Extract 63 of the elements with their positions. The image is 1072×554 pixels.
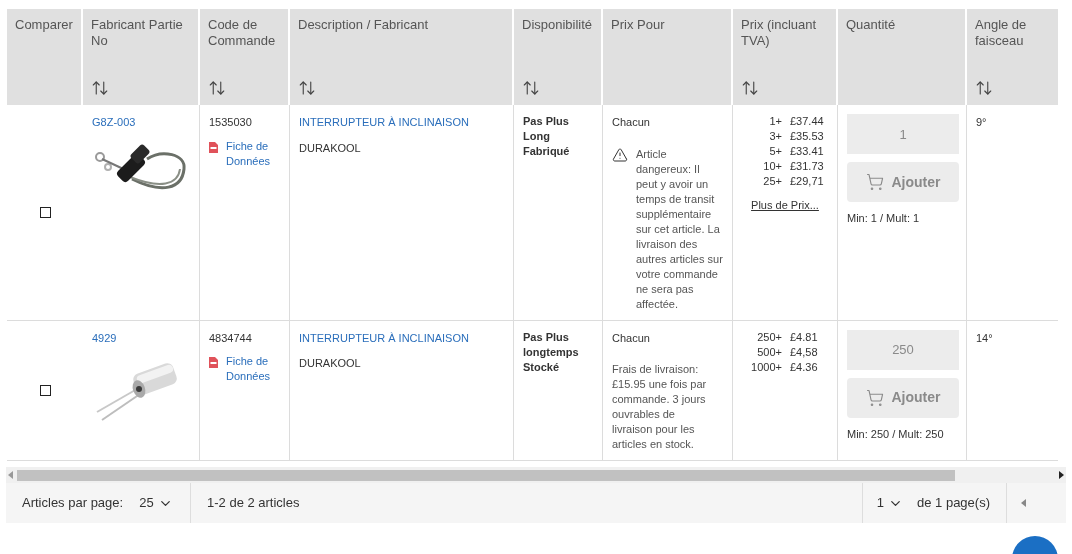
price: £33.41 [790, 144, 825, 159]
part-number-link[interactable]: G8Z-003 [92, 114, 136, 131]
column-header[interactable]: Description / Fabricant [298, 17, 504, 33]
column-header[interactable]: Prix Pour [611, 17, 723, 33]
availability: Pas Plus Long Fabriqué [523, 114, 571, 159]
price-break-quantity: 5+ [769, 144, 782, 159]
pdf-icon [209, 141, 218, 153]
results-range: 1-2 de 2 articles [207, 494, 301, 513]
column-header[interactable]: Quantité [846, 17, 957, 33]
part-number-link[interactable]: 4929 [92, 329, 117, 346]
compare-checkbox[interactable] [39, 206, 51, 218]
price-break-quantity: 500+ [757, 344, 782, 360]
manufacturer: DURAKOOL [299, 356, 361, 371]
sort-icon[interactable] [741, 79, 759, 97]
column-header[interactable]: Disponibilité [522, 17, 593, 33]
manufacturer: DURAKOOL [299, 140, 361, 156]
price: £31.73 [790, 159, 825, 174]
order-code: 4834744 [209, 330, 253, 346]
compare-checkbox[interactable] [39, 384, 51, 396]
sort-icon[interactable] [522, 79, 540, 97]
sort-icon[interactable] [975, 79, 993, 97]
price-unit: Chacun [612, 115, 651, 130]
price: £35.53 [790, 129, 825, 144]
beam-angle: 9° [976, 116, 987, 128]
sort-icon[interactable] [91, 79, 109, 97]
price-break-quantity: 1000+ [751, 359, 782, 375]
price: £4.36 [790, 359, 819, 375]
more-prices-link[interactable]: Plus de Prix... [751, 197, 819, 214]
min-mult-text: Min: 1 / Mult: 1 [847, 211, 921, 226]
sort-icon[interactable] [298, 79, 316, 97]
price: £37.44 [790, 114, 825, 129]
beam-angle: 14° [976, 331, 993, 344]
cart-icon [865, 173, 884, 191]
price-unit: Chacun [612, 330, 651, 346]
order-code: 1535030 [209, 115, 253, 130]
availability: Pas Plus longtemps Stocké [523, 329, 580, 375]
shipping-note: Frais de livraison: £15.95 une fois par commande. 3 jours ouvrables de livraison pour les articles en stock. [612, 362, 708, 452]
price: £4,58 [790, 344, 819, 360]
price: £29,71 [790, 174, 825, 189]
pdf-icon [209, 357, 218, 368]
warning-note: Article dangereux: Il peut y avoir un temps de transit supplémentaire sur cet article. La livraison des autres articles sur votre commande ne sera pas affectée. [636, 146, 723, 312]
min-mult-text: Min: 250 / Mult: 250 [847, 426, 945, 442]
price-break-quantity: 1+ [769, 114, 782, 129]
per-page-dropdown[interactable]: 25 [139, 493, 173, 513]
column-header[interactable]: Comparer [15, 17, 73, 33]
datasheet-link[interactable]: Fiche de Données [226, 354, 280, 384]
description-link[interactable]: INTERRUPTEUR À INCLINAISON [299, 114, 469, 131]
previous-page-icon[interactable] [1021, 499, 1026, 507]
price-break-quantity: 25+ [763, 174, 782, 189]
horizontal-scrollbar[interactable] [6, 467, 1066, 483]
price: £4.81 [790, 329, 819, 345]
page-dropdown[interactable]: 1 [876, 493, 903, 513]
scroll-right-icon[interactable] [1058, 471, 1064, 479]
per-page-label: Articles par page: [22, 494, 124, 513]
warning-icon [612, 146, 628, 163]
datasheet-link[interactable]: Fiche de Données [226, 138, 280, 169]
sort-icon[interactable] [208, 79, 226, 97]
page-total: de 1 page(s) [917, 494, 990, 513]
price-break-quantity: 3+ [769, 129, 782, 144]
price-break-quantity: 10+ [763, 159, 782, 174]
description-link[interactable]: INTERRUPTEUR À INCLINAISON [299, 329, 469, 346]
cart-icon [865, 388, 884, 407]
price-break-quantity: 250+ [757, 329, 782, 345]
